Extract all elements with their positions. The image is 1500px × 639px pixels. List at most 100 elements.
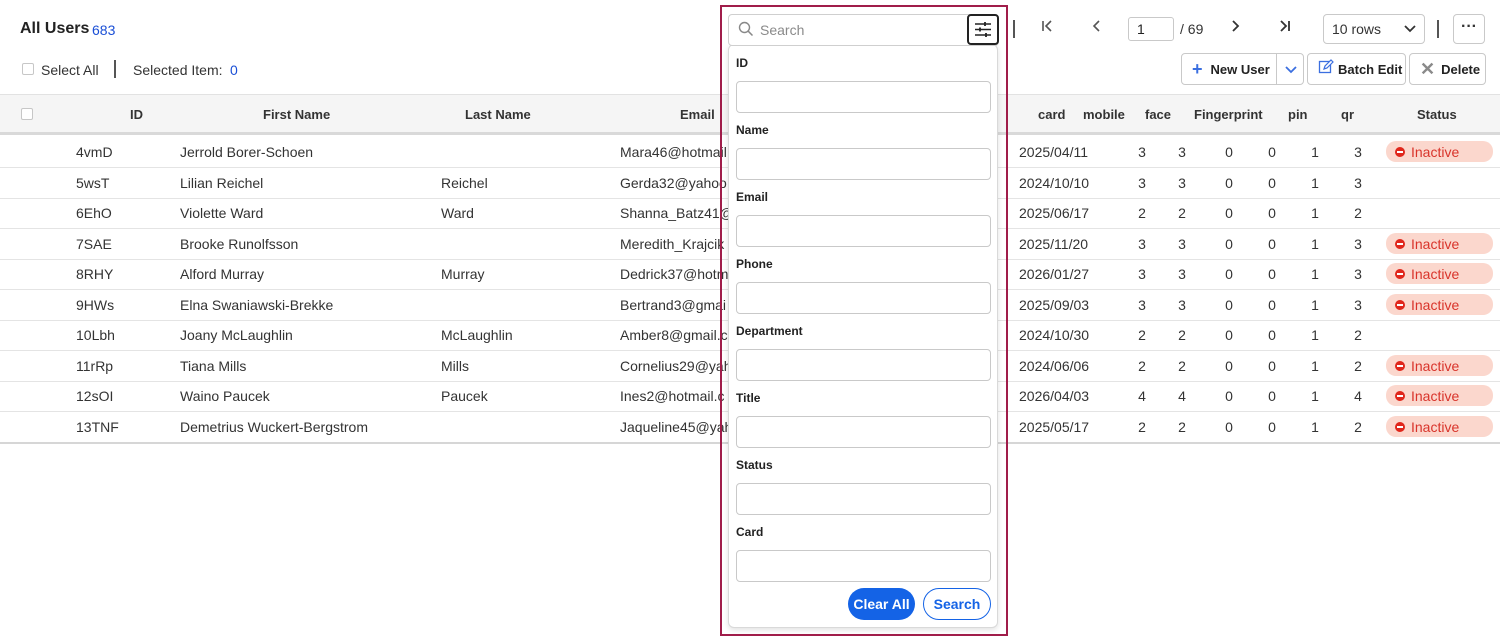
cell-card: 2026/04/03 [1019, 388, 1090, 404]
column-header-last-name[interactable]: Last Name [465, 107, 531, 122]
cell-id: 9HWs [76, 297, 115, 313]
column-header-mobile[interactable]: mobile [1083, 107, 1125, 122]
cell-mobile: 3 [1138, 175, 1146, 191]
cell-card: 2026/01/27 [1019, 266, 1090, 282]
column-header-id[interactable]: ID [130, 107, 143, 122]
cell-pin: 1 [1311, 388, 1319, 404]
cell-last-name: Ward [441, 205, 474, 221]
close-icon: ✕ [1420, 58, 1436, 79]
column-header-qr[interactable]: qr [1341, 107, 1354, 122]
column-header-first-name[interactable]: First Name [263, 107, 330, 122]
cell-first-name: Jerrold Borer-Schoen [180, 144, 314, 160]
page-total: / 69 [1180, 21, 1204, 37]
cell-face: 2 [1178, 358, 1186, 374]
cell-first-name: Demetrius Wuckert-Bergstrom [180, 419, 369, 435]
cell-qr: 2 [1354, 205, 1362, 221]
column-header-card[interactable]: card [1038, 107, 1065, 122]
new-user-button[interactable]: + New User [1181, 53, 1304, 85]
cell-first-name: Lilian Reichel [180, 175, 264, 191]
cell-first-name: Alford Murray [180, 266, 265, 282]
column-header-face[interactable]: face [1145, 107, 1171, 122]
cell-face: 2 [1178, 205, 1186, 221]
page-title: All Users [20, 20, 90, 37]
cell-fingerprint: 0 [1225, 388, 1233, 404]
batch-edit-label: Batch Edit [1338, 61, 1403, 77]
status-text: Inactive [1411, 235, 1460, 252]
cell-value: 0 [1268, 388, 1276, 404]
last-page-icon[interactable] [1273, 18, 1297, 39]
cell-pin: 1 [1311, 419, 1319, 435]
chevron-down-icon [1404, 25, 1416, 33]
cell-card: 2025/11/20 [1019, 236, 1089, 252]
cell-fingerprint: 0 [1225, 358, 1233, 374]
minus-circle-icon [1395, 421, 1405, 432]
rows-per-page-select[interactable]: 10 rows [1323, 14, 1425, 44]
status-text: Inactive [1411, 296, 1460, 313]
status-text: Inactive [1411, 265, 1460, 282]
cell-first-name: Brooke Runolfsson [180, 236, 299, 252]
delete-label: Delete [1441, 61, 1481, 77]
cell-mobile: 2 [1138, 327, 1146, 343]
cell-email: Shanna_Batz41@ [620, 205, 734, 221]
cell-email: Mara46@hotmail [620, 144, 727, 160]
column-header-pin[interactable]: pin [1288, 107, 1308, 122]
cell-email: Cornelius29@yah [620, 358, 732, 374]
new-user-label: New User [1210, 61, 1270, 77]
column-header-email[interactable]: Email [680, 107, 715, 122]
cell-id: 4vmD [76, 144, 113, 160]
cell-mobile: 3 [1138, 266, 1146, 282]
cell-pin: 1 [1311, 205, 1319, 221]
cell-fingerprint: 0 [1225, 266, 1233, 282]
cell-value: 0 [1268, 297, 1276, 313]
header-checkbox[interactable] [21, 108, 33, 120]
cell-qr: 3 [1354, 175, 1362, 191]
cell-card: 2024/06/06 [1019, 358, 1090, 374]
cell-face: 3 [1178, 175, 1186, 191]
cell-mobile: 2 [1138, 358, 1146, 374]
column-header-status[interactable]: Status [1417, 107, 1457, 122]
select-all-checkbox[interactable] [22, 63, 34, 75]
delete-button[interactable]: ✕ Delete [1409, 53, 1486, 85]
status-badge: Inactive [1386, 416, 1493, 437]
cell-mobile: 3 [1138, 144, 1146, 160]
page-number-input[interactable]: 1 [1128, 17, 1174, 41]
prev-page-icon[interactable] [1085, 18, 1109, 39]
cell-id: 7SAE [76, 236, 112, 252]
cell-value: 0 [1268, 327, 1276, 343]
divider [114, 60, 116, 78]
cell-first-name: Joany McLaughlin [180, 327, 293, 343]
cell-value: 0 [1268, 419, 1276, 435]
cell-id: 5wsT [76, 175, 110, 191]
column-header-fingerprint[interactable]: Fingerprint [1194, 107, 1263, 122]
cell-id: 11rRp [76, 358, 114, 374]
status-badge: Inactive [1386, 355, 1493, 376]
cell-qr: 2 [1354, 327, 1362, 343]
cell-qr: 3 [1354, 236, 1362, 252]
cell-first-name: Violette Ward [180, 205, 264, 221]
cell-pin: 1 [1311, 175, 1319, 191]
cell-value: 0 [1268, 175, 1276, 191]
cell-mobile: 2 [1138, 419, 1146, 435]
cell-fingerprint: 0 [1225, 144, 1233, 160]
cell-email: Ines2@hotmail.c [620, 388, 725, 404]
edit-icon [1318, 58, 1334, 80]
first-page-icon[interactable] [1035, 18, 1059, 39]
cell-fingerprint: 0 [1225, 327, 1233, 343]
cell-last-name: Reichel [441, 175, 488, 191]
next-page-icon[interactable] [1223, 18, 1247, 39]
status-badge: Inactive [1386, 294, 1493, 315]
status-badge: Inactive [1386, 385, 1493, 406]
batch-edit-button[interactable]: Batch Edit [1307, 53, 1406, 85]
cell-face: 2 [1178, 419, 1186, 435]
cell-fingerprint: 0 [1225, 297, 1233, 313]
chevron-down-icon[interactable] [1285, 65, 1297, 75]
cell-fingerprint: 0 [1225, 419, 1233, 435]
plus-icon: + [1192, 58, 1203, 79]
divider [1276, 54, 1277, 84]
cell-email: Bertrand3@gmai [620, 297, 727, 313]
cell-email: Jaqueline45@yah [620, 419, 733, 435]
cell-qr: 3 [1354, 144, 1362, 160]
minus-circle-icon [1395, 299, 1405, 310]
more-options-button[interactable]: ··· [1453, 14, 1485, 44]
selected-item-label: Selected Item: [133, 62, 223, 78]
